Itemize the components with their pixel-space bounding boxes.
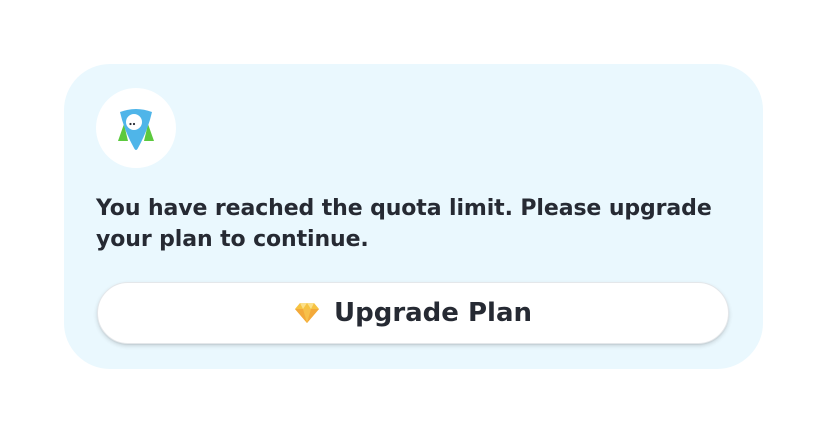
mascot-icon: [118, 109, 154, 150]
gem-icon: [294, 303, 319, 323]
upgrade-plan-button[interactable]: Upgrade Plan: [97, 282, 729, 344]
avatar: [96, 88, 176, 168]
quota-limit-card: You have reached the quota limit. Please…: [64, 64, 763, 369]
upgrade-plan-label: Upgrade Plan: [333, 298, 533, 328]
quota-limit-message: You have reached the quota limit. Please…: [96, 196, 712, 252]
